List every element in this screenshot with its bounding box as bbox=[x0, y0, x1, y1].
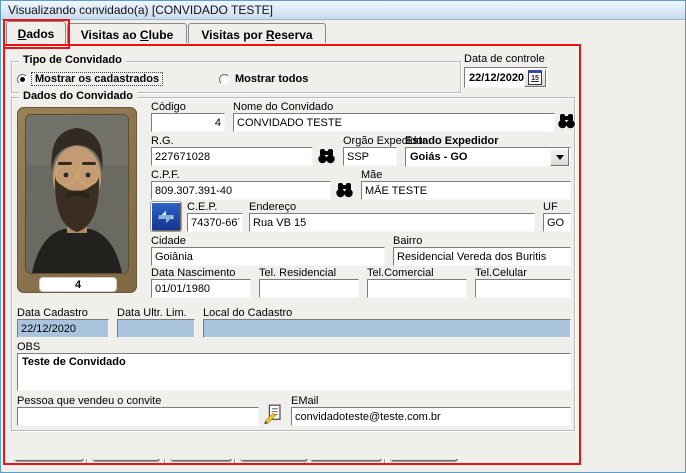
photo-number-badge: 4 bbox=[39, 277, 117, 292]
endereco-field[interactable] bbox=[249, 213, 535, 232]
data-controle-label: Data de controle bbox=[464, 53, 545, 65]
rg-label: R.G. bbox=[151, 135, 174, 147]
tel-comercial-label: Tel.Comercial bbox=[367, 267, 434, 279]
tab-visitas-por-reserva[interactable]: Visitas por Reserva bbox=[188, 23, 326, 45]
data-controle-value: 22/12/2020 bbox=[465, 72, 524, 84]
data-ultr-lim-field bbox=[117, 319, 195, 338]
data-cadastro-field bbox=[17, 319, 109, 338]
calendar-icon: 15 bbox=[528, 70, 542, 85]
estado-expedidor-label: Estado Expedidor bbox=[405, 135, 499, 147]
estado-expedidor-combo[interactable]: Goiás - GO bbox=[405, 147, 571, 167]
endereco-label: Endereço bbox=[249, 201, 296, 213]
tab-dados-label: Dados bbox=[18, 27, 55, 41]
tab-visitas-ao-clube[interactable]: Visitas ao Clube bbox=[67, 23, 187, 45]
cpf-label: C.P.F. bbox=[151, 169, 180, 181]
bairro-label: Bairro bbox=[393, 235, 422, 247]
data-cadastro-label: Data Cadastro bbox=[17, 307, 88, 319]
radio-mostrar-todos-label[interactable]: Mostrar todos bbox=[235, 73, 308, 85]
app-window: Visualizando convidado(a) [CONVIDADO TES… bbox=[0, 0, 686, 473]
nome-label: Nome do Convidado bbox=[233, 101, 333, 113]
rg-field[interactable] bbox=[151, 147, 313, 166]
pessoa-vendeu-field[interactable] bbox=[17, 407, 259, 426]
search-rg-icon[interactable] bbox=[318, 148, 335, 167]
chevron-down-icon[interactable] bbox=[550, 148, 569, 166]
cep-lookup-button[interactable] bbox=[151, 202, 181, 231]
nome-field[interactable] bbox=[233, 113, 555, 132]
cep-label: C.E.P. bbox=[187, 201, 217, 213]
portrait-image bbox=[26, 115, 128, 273]
guest-photo bbox=[26, 115, 128, 273]
window-title: Visualizando convidado(a) [CONVIDADO TES… bbox=[8, 3, 273, 17]
obs-field[interactable]: Teste de Convidado bbox=[17, 353, 571, 391]
uf-field[interactable] bbox=[543, 213, 571, 232]
mae-field[interactable] bbox=[361, 181, 571, 200]
radio-mostrar-cadastrados[interactable] bbox=[17, 74, 28, 85]
groupbox-dados-title: Dados do Convidado bbox=[19, 90, 137, 102]
calendar-button[interactable]: 15 bbox=[524, 69, 546, 87]
tab-dados[interactable]: Dados bbox=[6, 21, 66, 45]
data-ultr-lim-label: Data Ultr. Lim. bbox=[117, 307, 187, 319]
cpf-field[interactable] bbox=[151, 181, 331, 200]
pessoa-vendeu-label: Pessoa que vendeu o convite bbox=[17, 395, 161, 407]
radio-mostrar-cadastrados-label[interactable]: Mostrar os cadastrados bbox=[32, 73, 162, 85]
tel-residencial-label: Tel. Residencial bbox=[259, 267, 336, 279]
data-nascimento-label: Data Nascimento bbox=[151, 267, 235, 279]
local-cadastro-field bbox=[203, 319, 571, 338]
cep-arrows-icon bbox=[155, 206, 177, 228]
codigo-label: Código bbox=[151, 101, 186, 113]
local-cadastro-label: Local do Cadastro bbox=[203, 307, 292, 319]
cidade-label: Cidade bbox=[151, 235, 186, 247]
estado-expedidor-value: Goiás - GO bbox=[406, 151, 550, 163]
bairro-field[interactable] bbox=[393, 247, 571, 266]
email-field[interactable] bbox=[291, 407, 571, 426]
orgao-expedidor-field[interactable] bbox=[343, 147, 397, 166]
data-controle-field[interactable]: 22/12/2020 15 bbox=[464, 67, 548, 88]
search-nome-icon[interactable] bbox=[558, 113, 575, 132]
tel-celular-field[interactable] bbox=[475, 279, 571, 298]
search-cpf-icon[interactable] bbox=[336, 182, 353, 201]
codigo-field[interactable] bbox=[151, 113, 225, 132]
photo-frame[interactable]: 4 bbox=[17, 107, 137, 293]
uf-label: UF bbox=[543, 201, 558, 213]
obs-label: OBS bbox=[17, 341, 40, 353]
tab-visitas-clube-label: Visitas ao Clube bbox=[81, 28, 174, 42]
tel-celular-label: Tel.Celular bbox=[475, 267, 527, 279]
tab-visitas-reserva-label: Visitas por Reserva bbox=[201, 28, 312, 42]
data-nascimento-field[interactable] bbox=[151, 279, 251, 298]
radio-mostrar-todos[interactable] bbox=[219, 74, 230, 85]
cidade-field[interactable] bbox=[151, 247, 385, 266]
email-label: EMail bbox=[291, 395, 319, 407]
groupbox-tipo-title: Tipo de Convidado bbox=[19, 54, 126, 66]
tel-comercial-field[interactable] bbox=[367, 279, 467, 298]
person-lookup-icon[interactable] bbox=[264, 404, 283, 427]
mae-label: Mãe bbox=[361, 169, 382, 181]
tel-residencial-field[interactable] bbox=[259, 279, 359, 298]
cep-field[interactable] bbox=[187, 213, 243, 232]
titlebar: Visualizando convidado(a) [CONVIDADO TES… bbox=[1, 1, 685, 20]
